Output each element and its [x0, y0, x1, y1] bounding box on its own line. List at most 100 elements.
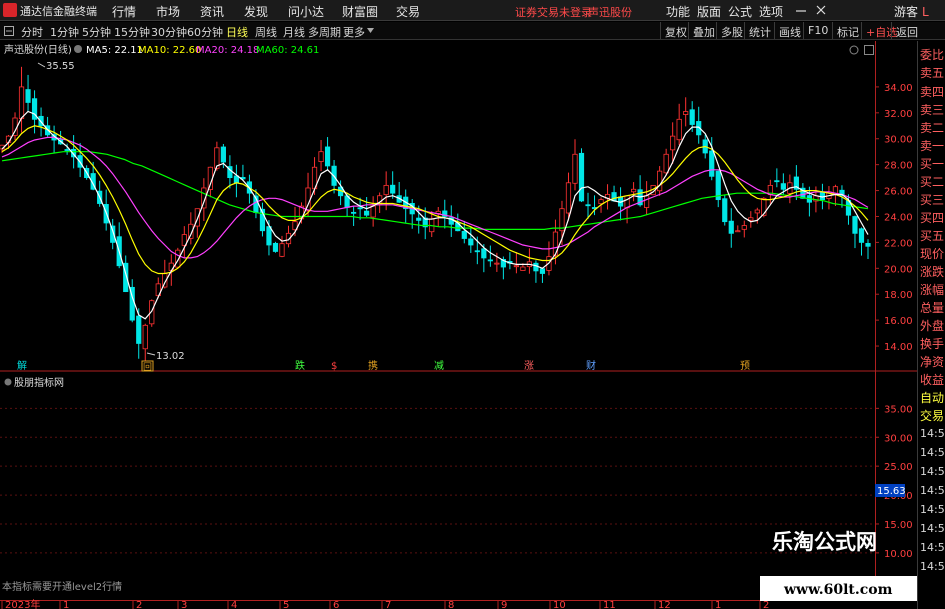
- back-button[interactable]: 返回: [891, 22, 922, 39]
- candle-body: [624, 195, 630, 209]
- candle-body: [644, 195, 650, 208]
- menu-layout[interactable]: 版面: [697, 3, 721, 20]
- time-tick-label: 6: [333, 600, 339, 609]
- mark-button[interactable]: 标记: [832, 22, 863, 39]
- period-tab-30min[interactable]: 30分钟: [151, 24, 187, 40]
- panel-item-ask5[interactable]: 卖五: [920, 64, 944, 81]
- price-chart-area[interactable]: 34.00 32.00 30.00 28.00 26.00 24.00 22.00 20.00…: [0, 41, 917, 609]
- menu-wenxiaoda[interactable]: 问小达: [288, 3, 324, 20]
- panel-item-bid3[interactable]: 买三: [920, 191, 944, 208]
- candle-body: [748, 217, 754, 221]
- ma5-label: MA5: 22.11: [86, 45, 143, 56]
- menu-trade[interactable]: 交易: [396, 3, 420, 20]
- close-icon[interactable]: [814, 4, 828, 17]
- period-tab-multi[interactable]: 多周期: [308, 24, 341, 40]
- menu-market[interactable]: 市场: [156, 3, 180, 20]
- event-marker-forecast[interactable]: 预: [740, 360, 750, 372]
- settings-dot-icon[interactable]: [74, 45, 82, 53]
- tick-time: 14:56: [920, 541, 945, 554]
- period-tab-monthly[interactable]: 月线: [283, 24, 305, 40]
- event-marker-drop[interactable]: 跌: [295, 359, 305, 372]
- panel-item-order-ratio[interactable]: 委比: [920, 46, 944, 63]
- minimize-icon[interactable]: [794, 4, 808, 17]
- multi-stock-button[interactable]: 多股: [716, 22, 747, 39]
- panel-item-ask1[interactable]: 卖一: [920, 137, 944, 154]
- panel-trade[interactable]: 交易: [920, 407, 944, 424]
- time-tick-label: 1: [715, 600, 721, 609]
- adjust-button[interactable]: 复权: [660, 22, 691, 39]
- trading-terminal-window: 通达信金融终端 行情 市场 资讯 发现 问小达 财富圈 交易 证券交易未登录 声…: [0, 0, 945, 609]
- draw-line-button[interactable]: 画线: [774, 22, 805, 39]
- period-tab-more[interactable]: 更多: [343, 24, 365, 40]
- candle-body: [663, 153, 669, 174]
- period-tab-daily[interactable]: 日线: [226, 24, 248, 40]
- menu-news[interactable]: 资讯: [200, 3, 224, 20]
- chart-settings-icon[interactable]: [849, 45, 859, 55]
- price-tick-label: 14.00: [884, 342, 913, 353]
- event-marker-unlock[interactable]: 解: [17, 359, 27, 372]
- trade-login-warning[interactable]: 证券交易未登录: [515, 4, 592, 20]
- panel-item-change-pct[interactable]: 涨幅: [920, 281, 944, 298]
- period-tab-1min[interactable]: 1分钟: [50, 24, 79, 40]
- ma20-label: MA20: 24.18: [196, 45, 259, 56]
- indicator-settings-icon[interactable]: [4, 378, 12, 386]
- panel-item-bid4[interactable]: 买四: [920, 209, 944, 226]
- menu-quotes[interactable]: 行情: [112, 3, 136, 20]
- overlay-button[interactable]: 叠加: [688, 22, 719, 39]
- candle-body: [865, 243, 871, 247]
- price-tick-label: 20.00: [884, 264, 913, 275]
- menu-formula[interactable]: 公式: [728, 3, 752, 20]
- panel-item-bid5[interactable]: 买五: [920, 227, 944, 244]
- menu-functions[interactable]: 功能: [666, 3, 690, 20]
- candle-body: [754, 209, 760, 214]
- menu-wealth-circle[interactable]: 财富圈: [342, 3, 378, 20]
- period-tab-60min[interactable]: 60分钟: [187, 24, 223, 40]
- time-tick-label: 11: [603, 600, 616, 609]
- tick-time: 14:56: [920, 560, 945, 573]
- candle-body: [689, 109, 695, 125]
- candle-body: [572, 153, 578, 184]
- menu-options[interactable]: 选项: [759, 3, 783, 20]
- time-tick-label: 5: [283, 600, 289, 609]
- panel-auto[interactable]: 自动: [920, 389, 944, 406]
- chart-maximize-icon[interactable]: [864, 45, 874, 55]
- price-tick-label: 24.00: [884, 212, 913, 223]
- panel-item-eps[interactable]: 收益: [920, 371, 944, 388]
- menu-discover[interactable]: 发现: [244, 3, 268, 20]
- event-marker-reduce[interactable]: 减: [434, 360, 444, 372]
- period-tab-weekly[interactable]: 周线: [255, 24, 277, 40]
- period-tab-15min[interactable]: 15分钟: [114, 24, 150, 40]
- candle-body: [578, 152, 585, 202]
- period-tab-timeshare[interactable]: 分时: [21, 24, 43, 40]
- event-marker-buyback[interactable]: 回: [143, 362, 152, 373]
- price-tick-label: 16.00: [884, 316, 913, 327]
- event-marker-finance[interactable]: 财: [586, 359, 596, 372]
- guest-user[interactable]: 游客: [894, 3, 918, 20]
- candle-body: [513, 265, 519, 268]
- panel-item-change[interactable]: 涨跌: [920, 263, 944, 280]
- candle-body: [533, 262, 539, 272]
- panel-item-outer-volume[interactable]: 外盘: [920, 317, 944, 334]
- app-logo-icon: [3, 3, 17, 17]
- candle-body: [25, 89, 31, 103]
- f10-button[interactable]: F10: [803, 22, 832, 39]
- panel-item-ask2[interactable]: 卖二: [920, 119, 944, 136]
- panel-item-price[interactable]: 现价: [920, 245, 944, 262]
- panel-item-volume[interactable]: 总量: [920, 299, 944, 316]
- panel-item-ask4[interactable]: 卖四: [920, 83, 944, 100]
- candle-body: [487, 259, 493, 262]
- panel-item-ask3[interactable]: 卖三: [920, 101, 944, 118]
- panel-item-net-assets[interactable]: 净资: [920, 353, 944, 370]
- more-chevron-down-icon[interactable]: [367, 28, 374, 34]
- panel-item-bid1[interactable]: 买一: [920, 155, 944, 172]
- event-marker-pledge[interactable]: 携: [368, 359, 378, 372]
- statistics-button[interactable]: 统计: [744, 22, 775, 39]
- panel-item-bid2[interactable]: 买二: [920, 173, 944, 190]
- watermark-url: www.60lt.com: [783, 582, 893, 598]
- event-marker-rise[interactable]: 涨: [524, 360, 534, 372]
- period-tab-5min[interactable]: 5分钟: [82, 24, 111, 40]
- toolbar-menu-icon[interactable]: [4, 26, 14, 36]
- panel-item-turnover[interactable]: 换手: [920, 335, 944, 352]
- event-marker-dollar[interactable]: $: [331, 361, 337, 372]
- candle-body: [416, 217, 422, 221]
